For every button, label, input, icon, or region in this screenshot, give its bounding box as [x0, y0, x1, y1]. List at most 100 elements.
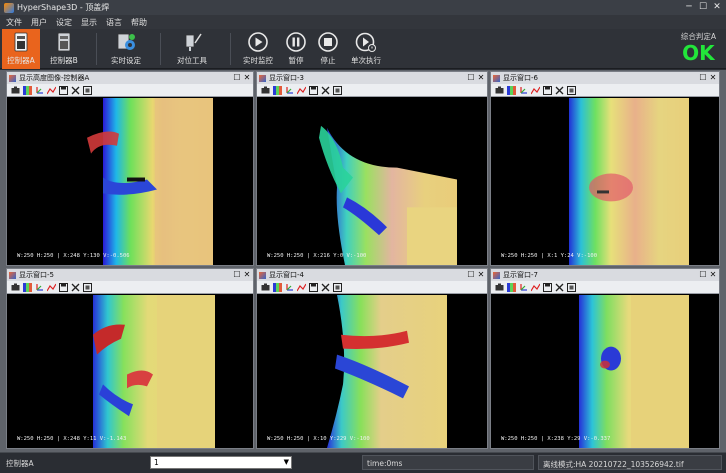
camera-icon[interactable] [260, 282, 270, 292]
image-pane-2[interactable]: 显示窗口-3 ☐ ✕ W:250 H:250 | X:216 Y:0 V:-100 [256, 71, 488, 266]
image-pane-6[interactable]: 显示窗口-7 ☐ ✕ W:250 H:250 | X:238 Y:29 V:-0.… [490, 268, 720, 449]
camera-icon[interactable] [260, 85, 270, 95]
pane-maximize-button[interactable]: ☐ [233, 72, 241, 84]
save-icon[interactable] [542, 85, 552, 95]
profile-icon[interactable] [530, 85, 540, 95]
pane-maximize-button[interactable]: ☐ [467, 269, 475, 281]
save-icon[interactable] [308, 282, 318, 292]
pane-title-bar: 显示窗口-4 ☐ ✕ [257, 269, 487, 281]
height-map-view[interactable]: W:250 H:250 | X:216 Y:0 V:-100 [257, 98, 487, 265]
clear-icon[interactable] [554, 282, 564, 292]
height-map-view[interactable]: W:250 H:250 | X:238 Y:29 V:-0.337 [491, 295, 719, 448]
color-map-icon[interactable] [22, 282, 32, 292]
axis-icon[interactable] [284, 85, 294, 95]
toolbar: 控制器A 控制器B 实时设定 对位工具 实时监控 暂停 停止 单次执行 综合判定… [0, 29, 726, 69]
fit-icon[interactable] [82, 282, 92, 292]
pane-icon [259, 271, 266, 279]
close-button[interactable]: ✕ [711, 1, 723, 13]
camera-icon[interactable] [10, 85, 20, 95]
image-pane-3[interactable]: 显示窗口-6 ☐ ✕ W:250 H:250 | X:1 Y:24 V:-100 [490, 71, 720, 266]
pane-maximize-button[interactable]: ☐ [699, 269, 707, 281]
clear-icon[interactable] [70, 282, 80, 292]
axis-icon[interactable] [34, 282, 44, 292]
pane-maximize-button[interactable]: ☐ [467, 72, 475, 84]
minimize-button[interactable]: ─ [683, 1, 695, 13]
menu-display[interactable]: 显示 [81, 17, 97, 28]
status-controller: 控制器A [6, 459, 34, 468]
axis-icon[interactable] [518, 85, 528, 95]
maximize-button[interactable]: ☐ [697, 1, 709, 13]
fit-icon[interactable] [332, 282, 342, 292]
save-icon[interactable] [58, 282, 68, 292]
frame-select[interactable]: 1 ▼ [150, 456, 292, 469]
pause-button[interactable]: 暂停 [280, 29, 312, 69]
controller-a-button[interactable]: 控制器A [2, 29, 40, 69]
pane-icon [9, 271, 16, 279]
image-pane-1[interactable]: 显示高度图像-控制器A ☐ ✕ W:250 H:250 | X:248 Y:130… [6, 71, 254, 266]
clear-icon[interactable] [70, 85, 80, 95]
save-icon[interactable] [308, 85, 318, 95]
camera-icon[interactable] [494, 282, 504, 292]
menu-settings[interactable]: 设定 [56, 17, 72, 28]
pane-close-button[interactable]: ✕ [243, 269, 251, 281]
status-mode: 离线模式:HA 20210722_103526942.tif [543, 460, 684, 469]
axis-icon[interactable] [34, 85, 44, 95]
controller-b-button[interactable]: 控制器B [44, 29, 84, 69]
clear-icon[interactable] [554, 85, 564, 95]
pane-close-button[interactable]: ✕ [243, 72, 251, 84]
image-pane-4[interactable]: 显示窗口-5 ☐ ✕ W:250 H:250 | X:248 Y:11 V:-1.… [6, 268, 254, 449]
color-map-icon[interactable] [272, 85, 282, 95]
cursor-readout: W:250 H:250 | X:238 Y:29 V:-0.337 [501, 436, 611, 442]
realtime-settings-button[interactable]: 实时设定 [106, 29, 146, 69]
clear-icon[interactable] [320, 282, 330, 292]
pane-close-button[interactable]: ✕ [709, 72, 717, 84]
pane-title-bar: 显示窗口-3 ☐ ✕ [257, 72, 487, 84]
color-map-icon[interactable] [506, 85, 516, 95]
menu-language[interactable]: 语言 [106, 17, 122, 28]
alignment-tool-button[interactable]: 对位工具 [172, 29, 212, 69]
save-icon[interactable] [58, 85, 68, 95]
stop-button[interactable]: 停止 [312, 29, 344, 69]
camera-icon[interactable] [10, 282, 20, 292]
height-map-image [569, 98, 689, 265]
fit-icon[interactable] [332, 85, 342, 95]
pane-close-button[interactable]: ✕ [477, 72, 485, 84]
window-controls: ─ ☐ ✕ [683, 1, 723, 13]
pane-maximize-button[interactable]: ☐ [699, 72, 707, 84]
profile-icon[interactable] [296, 282, 306, 292]
fit-icon[interactable] [566, 282, 576, 292]
profile-icon[interactable] [296, 85, 306, 95]
pane-toolbar [7, 281, 253, 294]
color-map-icon[interactable] [22, 85, 32, 95]
single-run-button[interactable]: 单次执行 [348, 29, 384, 69]
realtime-monitor-button[interactable]: 实时监控 [238, 29, 278, 69]
verdict-value: OK [682, 41, 715, 65]
fit-icon[interactable] [82, 85, 92, 95]
menu-file[interactable]: 文件 [6, 17, 22, 28]
color-map-icon[interactable] [272, 282, 282, 292]
fit-icon[interactable] [566, 85, 576, 95]
camera-icon[interactable] [494, 85, 504, 95]
image-pane-5[interactable]: 显示窗口-4 ☐ ✕ W:250 H:250 | X:10 Y:229 V:-10… [256, 268, 488, 449]
height-map-view[interactable]: W:250 H:250 | X:10 Y:229 V:-100 [257, 295, 487, 448]
save-icon[interactable] [542, 282, 552, 292]
axis-icon[interactable] [518, 282, 528, 292]
profile-icon[interactable] [530, 282, 540, 292]
pane-maximize-button[interactable]: ☐ [233, 269, 241, 281]
color-map-icon[interactable] [506, 282, 516, 292]
pane-title: 显示窗口-7 [503, 271, 538, 279]
pane-toolbar [7, 84, 253, 97]
axis-icon[interactable] [284, 282, 294, 292]
height-map-view[interactable]: W:250 H:250 | X:248 Y:130 V:-0.506 [7, 98, 253, 265]
toolbar-separator [230, 33, 231, 65]
pane-close-button[interactable]: ✕ [477, 269, 485, 281]
height-map-view[interactable]: W:250 H:250 | X:248 Y:11 V:-1.143 [7, 295, 253, 448]
profile-icon[interactable] [46, 85, 56, 95]
menu-user[interactable]: 用户 [31, 17, 47, 28]
pane-toolbar [491, 281, 719, 294]
profile-icon[interactable] [46, 282, 56, 292]
pane-close-button[interactable]: ✕ [709, 269, 717, 281]
height-map-view[interactable]: W:250 H:250 | X:1 Y:24 V:-100 [491, 98, 719, 265]
menu-help[interactable]: 帮助 [131, 17, 147, 28]
clear-icon[interactable] [320, 85, 330, 95]
